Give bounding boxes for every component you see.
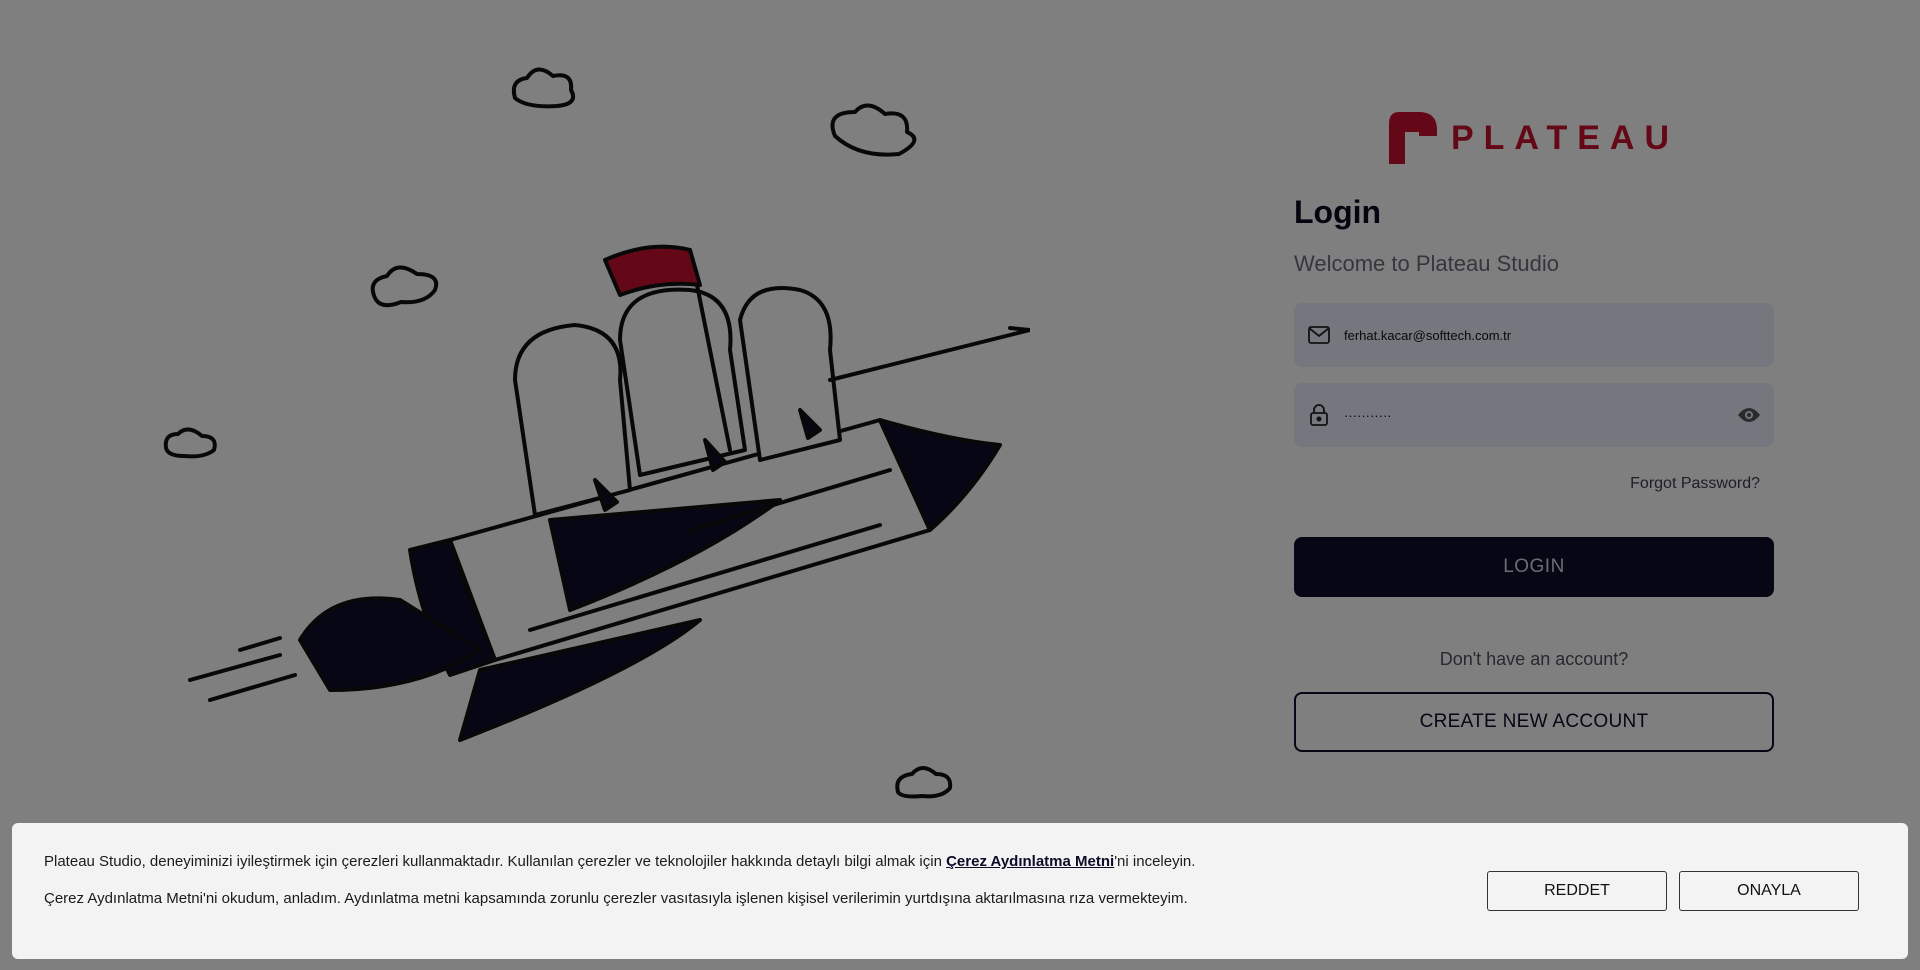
accept-button[interactable]: ONAYLA bbox=[1679, 871, 1859, 911]
cookie-line-1-text: Plateau Studio, deneyiminizi iyileştirme… bbox=[44, 853, 947, 870]
cookie-banner: Plateau Studio, deneyiminizi iyileştirme… bbox=[12, 823, 1908, 959]
cookie-text: Plateau Studio, deneyiminizi iyileştirme… bbox=[44, 853, 1195, 907]
cookie-line-1-suffix: 'ni inceleyin. bbox=[1114, 853, 1196, 870]
reject-button[interactable]: REDDET bbox=[1487, 871, 1667, 911]
cookie-line-1: Plateau Studio, deneyiminizi iyileştirme… bbox=[44, 853, 1195, 870]
cookie-line-2: Çerez Aydınlatma Metni'ni okudum, anladı… bbox=[44, 890, 1188, 907]
cookie-policy-link[interactable]: Çerez Aydınlatma Metni bbox=[946, 853, 1114, 870]
